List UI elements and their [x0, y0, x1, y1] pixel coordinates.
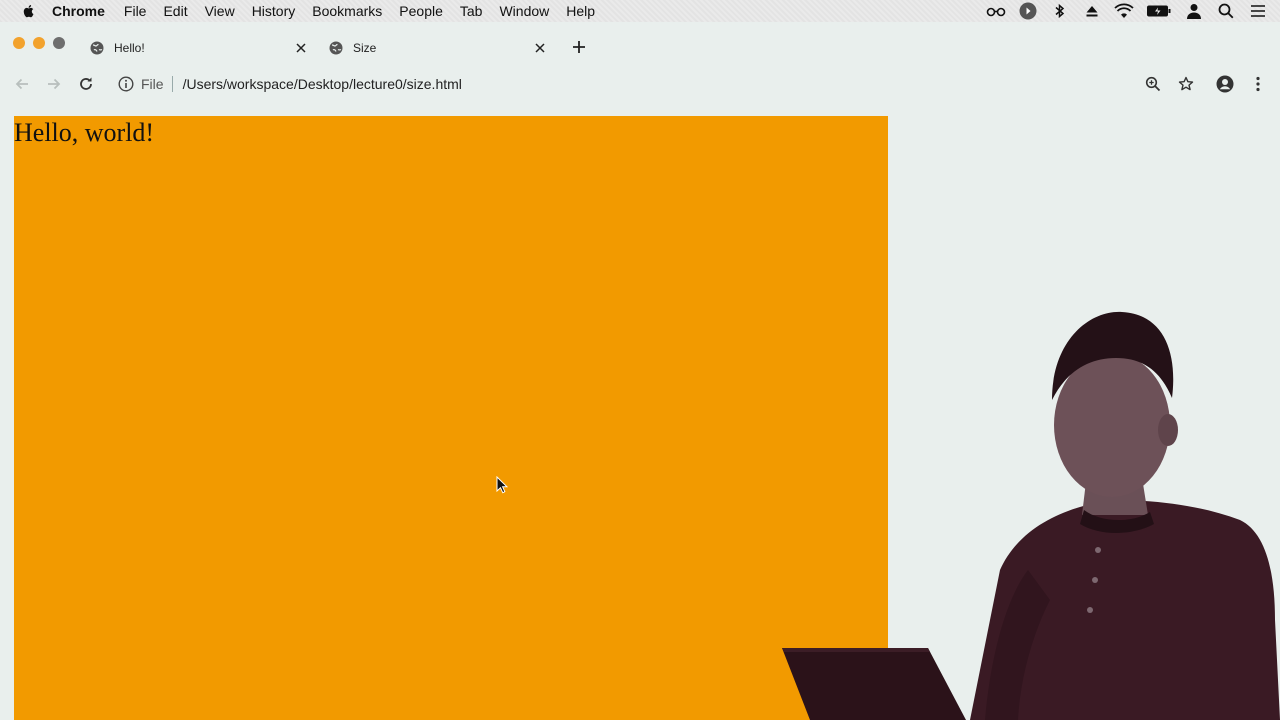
wifi-icon[interactable] [1114, 1, 1134, 21]
reload-button[interactable] [76, 74, 96, 94]
presenter-video-overlay [782, 311, 1280, 720]
close-tab-icon[interactable] [533, 41, 547, 55]
url-separator [171, 76, 173, 92]
close-window-button[interactable] [13, 37, 25, 49]
mouse-cursor-icon [496, 476, 508, 494]
close-tab-icon[interactable] [294, 41, 308, 55]
zoom-icon[interactable] [1143, 74, 1163, 94]
glasses-icon[interactable] [986, 1, 1006, 21]
menu-window[interactable]: Window [499, 3, 549, 19]
minimize-window-button[interactable] [33, 37, 45, 49]
browser-toolbar: File /Users/workspace/Desktop/lecture0/s… [0, 66, 1280, 102]
url-text[interactable]: /Users/workspace/Desktop/lecture0/size.h… [183, 76, 462, 92]
new-tab-button[interactable] [570, 38, 588, 56]
play-circle-icon[interactable] [1018, 1, 1038, 21]
menu-history[interactable]: History [252, 3, 296, 19]
user-icon[interactable] [1184, 1, 1204, 21]
menu-people[interactable]: People [399, 3, 443, 19]
tab-hello[interactable]: Hello! [80, 32, 316, 64]
macos-menu-bar: Chrome File Edit View History Bookmarks … [0, 0, 1280, 22]
orange-div-box: Hello, world! [14, 116, 888, 720]
menu-app-chrome[interactable]: Chrome [52, 3, 105, 19]
menu-help[interactable]: Help [566, 3, 595, 19]
menu-file[interactable]: File [124, 3, 147, 19]
menu-view[interactable]: View [205, 3, 235, 19]
menu-kebab-icon[interactable] [1248, 74, 1268, 94]
menu-tab[interactable]: Tab [460, 3, 483, 19]
bookmark-star-icon[interactable] [1176, 74, 1196, 94]
back-button[interactable] [12, 74, 32, 94]
profile-avatar-icon[interactable] [1215, 74, 1235, 94]
apple-icon[interactable] [20, 3, 38, 19]
bluetooth-icon[interactable] [1050, 1, 1070, 21]
menu-bookmarks[interactable]: Bookmarks [312, 3, 382, 19]
tab-size[interactable]: Size [319, 32, 555, 64]
menu-edit[interactable]: Edit [163, 3, 187, 19]
tab-strip: Hello! Size [0, 22, 1280, 66]
tab-title: Size [353, 41, 377, 55]
address-bar[interactable]: File /Users/workspace/Desktop/lecture0/s… [112, 70, 1132, 98]
maximize-window-button[interactable] [53, 37, 65, 49]
battery-icon[interactable] [1146, 1, 1172, 21]
url-scheme-label: File [141, 76, 164, 92]
tab-title: Hello! [114, 41, 145, 55]
globe-icon [329, 41, 343, 55]
eject-icon[interactable] [1082, 1, 1102, 21]
menu-bar-status-area [986, 0, 1280, 22]
info-icon[interactable] [118, 76, 134, 92]
spotlight-search-icon[interactable] [1216, 1, 1236, 21]
globe-icon [90, 41, 104, 55]
forward-button[interactable] [44, 74, 64, 94]
page-heading: Hello, world! [14, 118, 155, 147]
notification-list-icon[interactable] [1248, 1, 1268, 21]
